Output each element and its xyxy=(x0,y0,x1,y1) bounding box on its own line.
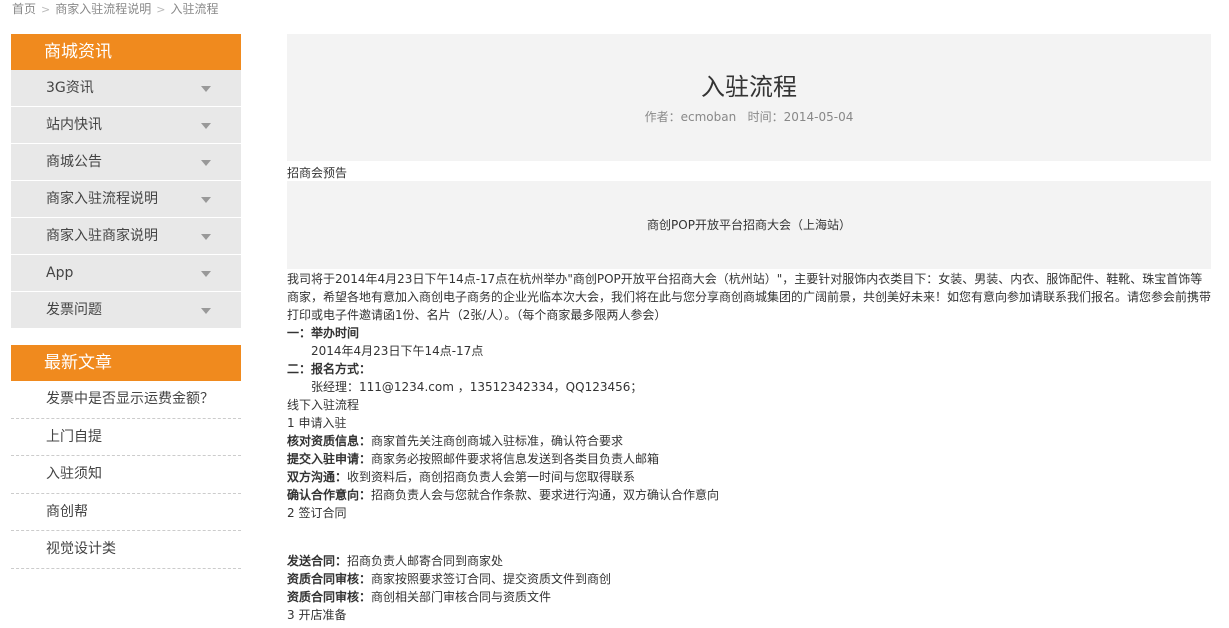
sidebar-item-label: 商家入驻流程说明 xyxy=(46,191,158,207)
process-line: 核对资质信息：商家首先关注商创商城入驻标准，确认符合要求 xyxy=(287,432,1211,450)
process-line-text: 招商负责人会与您就合作条款、要求进行沟通，双方确认合作意向 xyxy=(371,488,720,502)
sidebar-item-label: App xyxy=(46,265,74,281)
caret-down-icon xyxy=(201,234,211,240)
sidebar-item-label: 商家入驻商家说明 xyxy=(46,228,158,244)
process-line-text: 商家务必按照邮件要求将信息发送到各类目负责人邮箱 xyxy=(371,452,660,466)
process-line-label: 资质合同审核： xyxy=(287,590,372,604)
latest-article-link[interactable]: 商创帮 xyxy=(11,494,241,531)
latest-panel-title: 最新文章 xyxy=(11,345,241,381)
contact-info: 张经理：111@1234.com ，13512342334，QQ123456； xyxy=(311,380,643,394)
news-panel-title: 商城资讯 xyxy=(11,34,241,70)
process-line: 提交入驻申请：商家务必按照邮件要求将信息发送到各类目负责人邮箱 xyxy=(287,450,1211,468)
sidebar-item-3g-news[interactable]: 3G资讯 xyxy=(11,70,241,107)
breadcrumb-home-link[interactable]: 首页 xyxy=(12,2,36,16)
sidebar-item-merchant-info[interactable]: 商家入驻商家说明 xyxy=(11,218,241,255)
breadcrumb: 首页 > 商家入驻流程说明 > 入驻流程 xyxy=(12,0,218,18)
caret-down-icon xyxy=(201,160,211,166)
process-line-label: 核对资质信息： xyxy=(287,434,372,448)
latest-article-link[interactable]: 发票中是否显示运费金额？ xyxy=(11,381,241,419)
offline-process-title: 线下入驻流程 xyxy=(287,398,360,412)
sidebar-item-site-news[interactable]: 站内快讯 xyxy=(11,107,241,144)
article-header: 入驻流程 作者：ecmoban 时间：2014-05-04 xyxy=(287,34,1211,161)
chevron-right-icon: > xyxy=(41,3,51,16)
chevron-right-icon: > xyxy=(156,3,166,16)
process-line-text: 商创相关部门审核合同与资质文件 xyxy=(371,590,552,604)
page-title: 入驻流程 xyxy=(701,73,797,101)
sidebar: 商城资讯 3G资讯 站内快讯 商城公告 商家入驻流程说明 商家入驻商家说明 Ap… xyxy=(11,34,241,569)
process-line: 资质合同审核：商家按照要求签订合同、提交资质文件到商创 xyxy=(287,570,1211,588)
caret-down-icon xyxy=(201,86,211,92)
section-heading: 一：举办时间 xyxy=(287,326,360,340)
latest-article-link[interactable]: 入驻须知 xyxy=(11,456,241,494)
preview-label: 招商会预告 xyxy=(287,166,348,180)
process-line-text: 商家首先关注商创商城入驻标准，确认符合要求 xyxy=(371,434,624,448)
latest-article-link[interactable]: 视觉设计类 xyxy=(11,531,241,569)
process-line: 确认合作意向：招商负责人会与您就合作条款、要求进行沟通，双方确认合作意向 xyxy=(287,486,1211,504)
sidebar-item-label: 发票问题 xyxy=(46,302,102,318)
process-line-label: 确认合作意向： xyxy=(287,488,372,502)
sidebar-item-label: 商城公告 xyxy=(46,154,102,170)
latest-articles-panel: 最新文章 发票中是否显示运费金额？ 上门自提 入驻须知 商创帮 视觉设计类 xyxy=(11,345,241,569)
step-heading: 3 开店准备 xyxy=(287,608,347,622)
section-heading: 二：报名方式： xyxy=(287,362,372,376)
sidebar-item-invoice[interactable]: 发票问题 xyxy=(11,292,241,329)
category-list: 3G资讯 站内快讯 商城公告 商家入驻流程说明 商家入驻商家说明 App 发票问… xyxy=(11,70,241,329)
process-line-label: 资质合同审核： xyxy=(287,572,372,586)
sidebar-item-mall-notice[interactable]: 商城公告 xyxy=(11,144,241,181)
process-line-text: 招商负责人邮寄合同到商家处 xyxy=(347,554,504,568)
process-line: 发送合同：招商负责人邮寄合同到商家处 xyxy=(287,552,1211,570)
sidebar-item-label: 3G资讯 xyxy=(46,80,94,96)
caret-down-icon xyxy=(201,123,211,129)
sidebar-item-label: 站内快讯 xyxy=(46,117,102,133)
process-line-text: 商家按照要求签订合同、提交资质文件到商创 xyxy=(371,572,612,586)
latest-article-link[interactable]: 上门自提 xyxy=(11,419,241,456)
breadcrumb-category-link[interactable]: 商家入驻流程说明 xyxy=(55,2,151,16)
event-time: 2014年4月23日下午14点-17点 xyxy=(311,344,484,358)
caret-down-icon xyxy=(201,271,211,277)
process-line-label: 发送合同： xyxy=(287,554,348,568)
caret-down-icon xyxy=(201,197,211,203)
breadcrumb-current: 入驻流程 xyxy=(170,2,219,16)
process-line-label: 提交入驻申请： xyxy=(287,452,372,466)
sidebar-item-merchant-process[interactable]: 商家入驻流程说明 xyxy=(11,181,241,218)
notice-banner: 商创POP开放平台招商大会（上海站） xyxy=(287,181,1211,269)
sidebar-item-app[interactable]: App xyxy=(11,255,241,292)
article-meta: 作者：ecmoban 时间：2014-05-04 xyxy=(644,110,854,124)
process-line: 双方沟通：收到资料后，商创招商负责人会第一时间与您取得联系 xyxy=(287,468,1211,486)
process-line-label: 双方沟通： xyxy=(287,470,348,484)
article-main: 入驻流程 作者：ecmoban 时间：2014-05-04 招商会预告 商创PO… xyxy=(287,34,1211,624)
step-heading: 2 签订合同 xyxy=(287,506,347,520)
intro-paragraph: 我司将于2014年4月23日下午14点-17点在杭州举办"商创POP开放平台招商… xyxy=(287,272,1212,322)
article-body: 我司将于2014年4月23日下午14点-17点在杭州举办"商创POP开放平台招商… xyxy=(287,270,1211,624)
caret-down-icon xyxy=(201,308,211,314)
process-line-text: 收到资料后，商创招商负责人会第一时间与您取得联系 xyxy=(347,470,636,484)
step-heading: 1 申请入驻 xyxy=(287,416,347,430)
process-line: 资质合同审核：商创相关部门审核合同与资质文件 xyxy=(287,588,1211,606)
